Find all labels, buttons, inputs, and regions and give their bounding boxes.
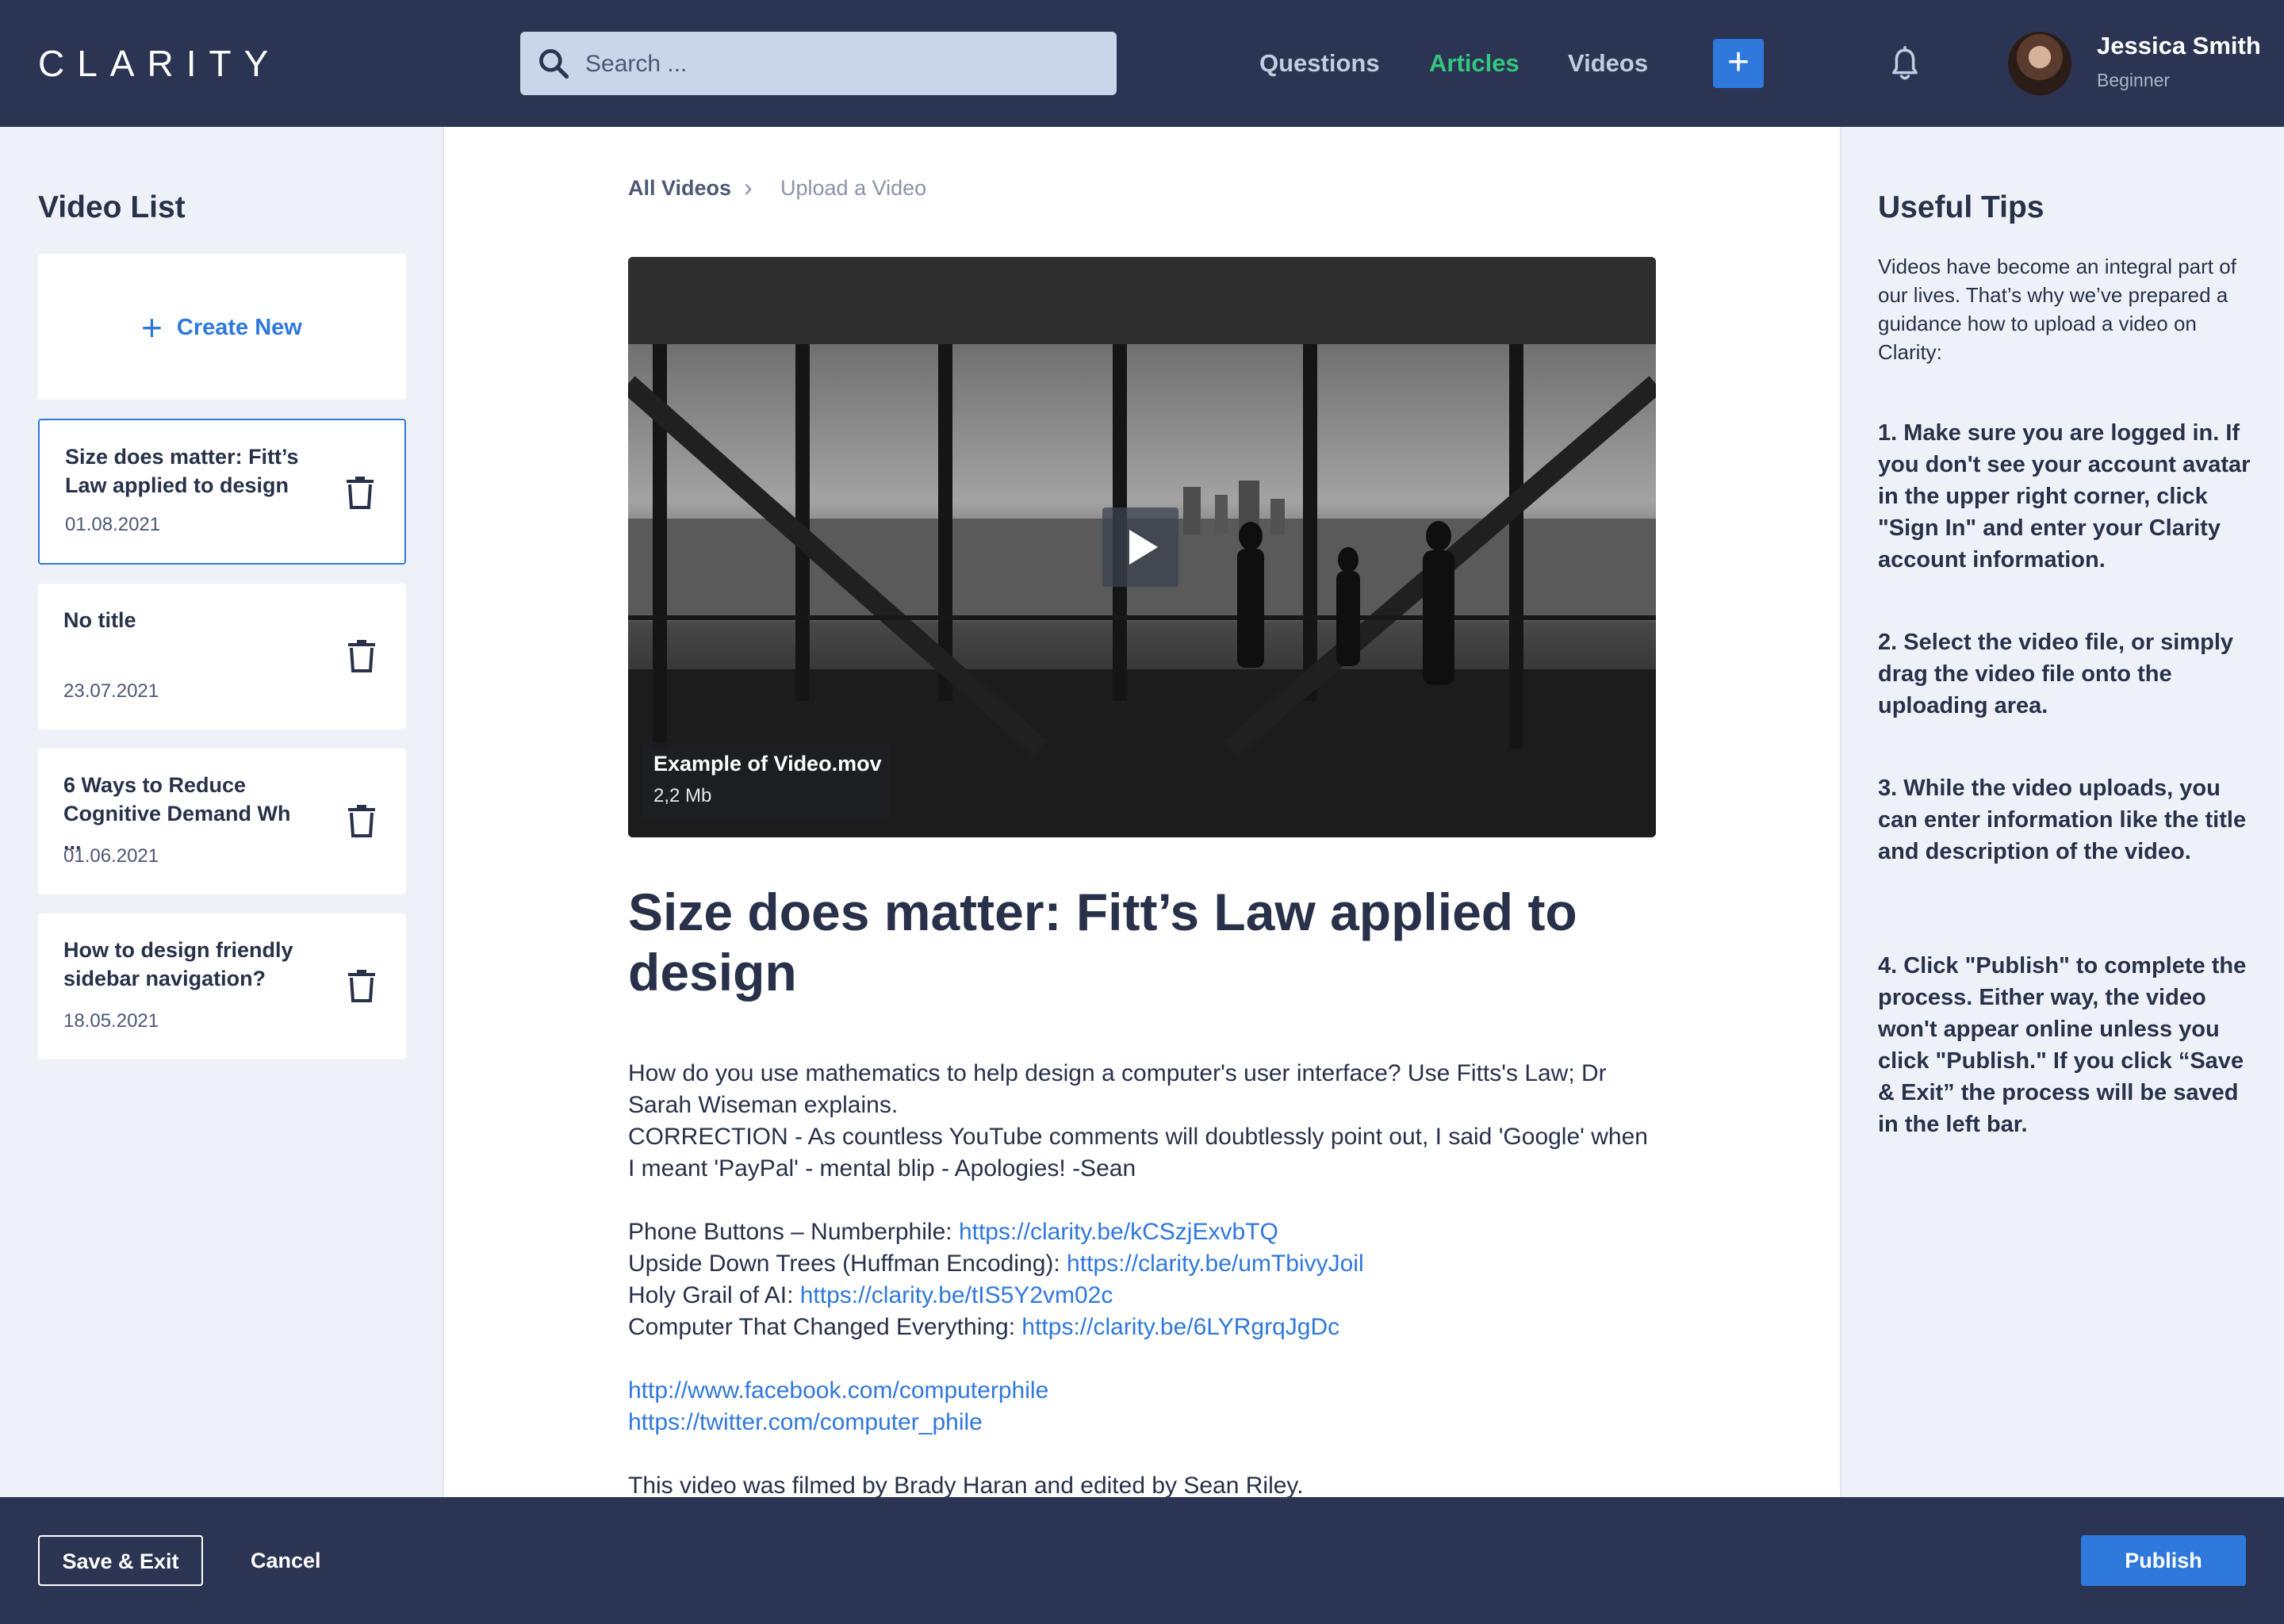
trash-icon[interactable] <box>347 969 376 1002</box>
video-item-date: 01.06.2021 <box>63 845 159 867</box>
tips-intro: Videos have become an integral part of o… <box>1878 255 2236 364</box>
link-label: Computer That Changed Everything: <box>628 1314 1022 1340</box>
play-button[interactable] <box>1102 508 1178 587</box>
video-list-item[interactable]: No title 23.07.2021 <box>38 584 406 730</box>
plus-icon: + <box>141 307 163 348</box>
search-icon <box>539 49 569 79</box>
description-paragraph: How do you use mathematics to help desig… <box>628 1060 1607 1118</box>
play-icon <box>1129 530 1158 565</box>
video-item-title: Size does matter: Fitt’s Law applied to … <box>65 445 299 497</box>
breadcrumb-all-videos[interactable]: All Videos <box>628 176 731 201</box>
chevron-right-icon: › <box>744 173 753 201</box>
video-list-item[interactable]: 6 Ways to Reduce Cognitive Demand Wh ...… <box>38 749 406 894</box>
bottom-action-bar <box>0 1497 2284 1624</box>
video-item-title: How to design friendly sidebar navigatio… <box>63 938 293 990</box>
search-bar[interactable] <box>520 32 1117 95</box>
video-item-date: 18.05.2021 <box>63 1010 159 1032</box>
breadcrumb-current: Upload a Video <box>780 176 927 200</box>
trash-icon[interactable] <box>346 476 374 509</box>
tip-step: 2. Select the video file, or simply drag… <box>1878 630 2234 718</box>
nav-videos[interactable]: Videos <box>1568 43 1648 84</box>
video-item-date: 23.07.2021 <box>63 680 159 702</box>
video-list-item[interactable]: How to design friendly sidebar navigatio… <box>38 914 406 1059</box>
video-item-title: No title <box>63 608 136 632</box>
twitter-link[interactable]: https://twitter.com/computer_phile <box>628 1409 983 1435</box>
create-new-label: Create New <box>176 314 302 340</box>
description-link-line: Phone Buttons – Numberphile: https://cla… <box>628 1216 1656 1248</box>
clarity-logo[interactable]: CLARITY <box>38 40 268 87</box>
bell-icon[interactable] <box>1887 46 1922 82</box>
video-description[interactable]: How do you use mathematics to help desig… <box>628 1058 1656 1502</box>
description-paragraph: CORRECTION - As countless YouTube commen… <box>628 1124 1648 1182</box>
description-link[interactable]: https://clarity.be/tIS5Y2vm02c <box>800 1282 1113 1308</box>
avatar[interactable] <box>2008 32 2071 95</box>
publish-button[interactable]: Publish <box>2081 1535 2246 1586</box>
trash-icon[interactable] <box>347 804 376 837</box>
sidebar-title: Video List <box>38 190 186 224</box>
link-label: Phone Buttons – Numberphile: <box>628 1219 959 1245</box>
video-item-date: 01.08.2021 <box>65 514 161 535</box>
create-new-button[interactable]: + Create New <box>141 309 331 346</box>
save-exit-button[interactable]: Save & Exit <box>38 1535 203 1586</box>
description-link[interactable]: https://clarity.be/kCSzjExvbTQ <box>959 1219 1278 1245</box>
video-list-item[interactable]: Size does matter: Fitt’s Law applied to … <box>38 419 406 565</box>
trash-icon[interactable] <box>347 639 376 672</box>
video-title[interactable]: Size does matter: Fitt’s Law applied to … <box>628 882 1656 1002</box>
video-item-title: 6 Ways to Reduce Cognitive Demand Wh ... <box>63 773 291 854</box>
user-name[interactable]: Jessica Smith <box>2097 30 2261 62</box>
tip-step: 1. Make sure you are logged in. If you d… <box>1878 420 2251 573</box>
facebook-link[interactable]: http://www.facebook.com/computerphile <box>628 1377 1048 1404</box>
description-link-line: Computer That Changed Everything: https:… <box>628 1312 1656 1343</box>
link-label: Holy Grail of AI: <box>628 1282 800 1308</box>
top-bar <box>0 0 2284 127</box>
description-link[interactable]: https://clarity.be/umTbivyJoil <box>1067 1251 1364 1277</box>
description-link-line: Holy Grail of AI: https://clarity.be/tIS… <box>628 1280 1656 1312</box>
tip-step: 4. Click "Publish" to complete the proce… <box>1878 953 2247 1137</box>
search-input[interactable] <box>584 40 1094 89</box>
create-new-card[interactable]: + Create New <box>38 254 406 400</box>
nav-questions[interactable]: Questions <box>1259 43 1380 84</box>
tip-step: 3. While the video uploads, you can ente… <box>1878 776 2247 864</box>
cancel-button[interactable]: Cancel <box>251 1535 321 1586</box>
nav-articles[interactable]: Articles <box>1429 43 1519 84</box>
file-name: Example of Video.mov <box>653 752 882 776</box>
file-size: 2,2 Mb <box>653 785 712 806</box>
description-link-line: Upside Down Trees (Huffman Encoding): ht… <box>628 1248 1656 1280</box>
link-label: Upside Down Trees (Huffman Encoding): <box>628 1251 1067 1277</box>
tips-title: Useful Tips <box>1878 190 2044 224</box>
description-link[interactable]: https://clarity.be/6LYRgrqJgDc <box>1021 1314 1339 1340</box>
user-level: Beginner <box>2097 70 2171 90</box>
add-button[interactable]: + <box>1713 39 1764 88</box>
